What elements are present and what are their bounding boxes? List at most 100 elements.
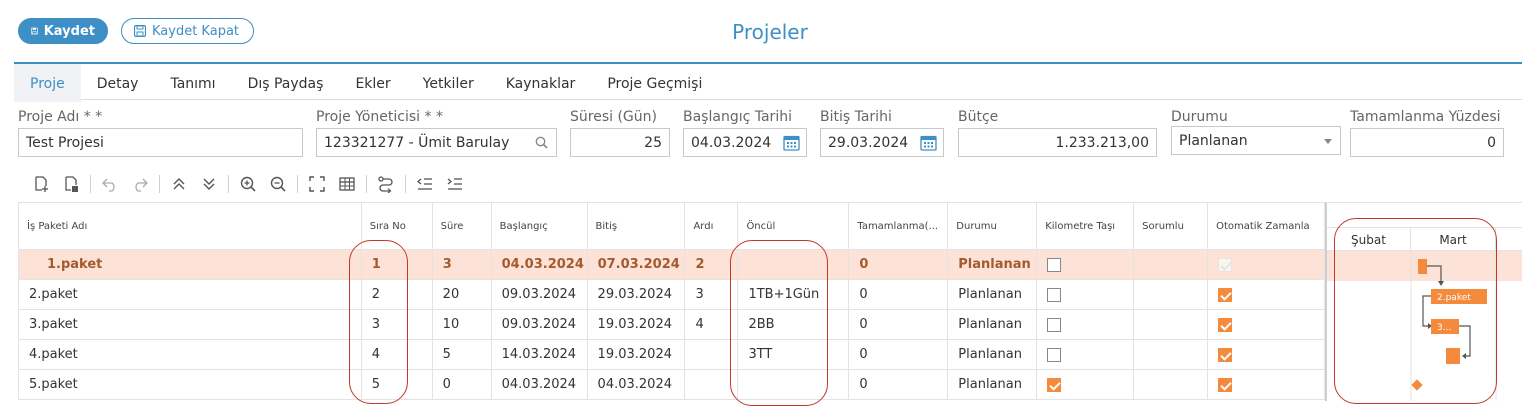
responsible	[1134, 370, 1209, 399]
table-row[interactable]: 4.paket 4 5 14.03.2024 19.03.2024 3TT 0 …	[19, 340, 1325, 370]
duration-field[interactable]: 25	[570, 128, 670, 157]
completion-field[interactable]: 0	[1350, 128, 1504, 157]
fullscreen-icon[interactable]	[302, 171, 332, 197]
tab-proje-gecmisi[interactable]: Proje Geçmişi	[591, 64, 718, 102]
start-date: 14.03.2024	[492, 340, 588, 369]
column-header[interactable]: Sıra No	[362, 203, 433, 249]
milestone-diamond[interactable]	[1411, 379, 1423, 391]
completion: 0	[849, 370, 949, 399]
auto-schedule-cell	[1208, 310, 1325, 339]
column-header[interactable]: Bitiş	[588, 203, 686, 249]
start-date-field[interactable]: 04.03.2024	[683, 128, 807, 157]
delete-task-icon[interactable]	[56, 171, 86, 197]
toolbar-divider	[297, 175, 298, 193]
grid-icon[interactable]	[332, 171, 362, 197]
end-date-field[interactable]: 29.03.2024	[820, 128, 944, 157]
end-date: 04.03.2024	[588, 370, 686, 399]
successor: 4	[685, 310, 739, 339]
tab-yetkiler[interactable]: Yetkiler	[407, 64, 490, 102]
table-row[interactable]: 1.paket 1 3 04.03.2024 07.03.2024 2 0 Pl…	[19, 250, 1325, 280]
column-header[interactable]: Başlangıç	[492, 203, 588, 249]
auto-schedule-checkbox[interactable]	[1218, 257, 1233, 272]
zoom-in-icon[interactable]	[233, 171, 263, 197]
completion: 0	[849, 280, 949, 309]
link-tasks-icon[interactable]	[371, 171, 401, 197]
milestone-checkbox[interactable]	[1047, 257, 1062, 272]
tab-bar: Proje Detay Tanımı Dış Paydaş Ekler Yetk…	[14, 62, 1522, 102]
status: Planlanan	[948, 340, 1038, 369]
add-task-icon[interactable]	[26, 171, 56, 197]
column-header[interactable]: Süre	[433, 203, 492, 249]
outdent-icon[interactable]	[410, 171, 440, 197]
project-name-field[interactable]: Test Projesi	[18, 128, 303, 157]
auto-schedule-checkbox[interactable]	[1218, 287, 1233, 302]
table-row[interactable]: 2.paket 2 20 09.03.2024 29.03.2024 3 1TB…	[19, 280, 1325, 310]
completion: 0	[849, 310, 949, 339]
page-title: Projeler	[732, 20, 808, 44]
duration: 5	[433, 340, 492, 369]
expand-all-icon[interactable]	[194, 171, 224, 197]
collapse-all-icon[interactable]	[164, 171, 194, 197]
search-icon[interactable]	[535, 136, 548, 149]
column-header[interactable]: Otomatik Zamanla	[1208, 203, 1325, 249]
successor: 3	[685, 280, 739, 309]
column-header[interactable]: Durumu	[948, 203, 1038, 249]
auto-schedule-checkbox[interactable]	[1218, 317, 1233, 332]
work-package-name: 3.paket	[19, 310, 362, 339]
tab-kaynaklar[interactable]: Kaynaklar	[490, 64, 592, 102]
tab-tanimi[interactable]: Tanımı	[154, 64, 231, 102]
table-row[interactable]: 5.paket 5 0 04.03.2024 04.03.2024 0 Plan…	[19, 370, 1325, 400]
budget-label: Bütçe	[958, 109, 999, 125]
table-row[interactable]: 3.paket 3 10 09.03.2024 19.03.2024 4 2BB…	[19, 310, 1325, 340]
start-date-label: Başlangıç Tarihi	[683, 109, 792, 125]
column-header[interactable]: Kilometre Taşı	[1037, 203, 1135, 249]
column-header[interactable]: Tamamlanma(...	[849, 203, 949, 249]
column-header[interactable]: İş Paketi Adı	[19, 203, 362, 249]
duration: 3	[433, 250, 492, 279]
tab-detay[interactable]: Detay	[81, 64, 155, 102]
order-number: 1	[362, 250, 433, 279]
auto-schedule-cell	[1208, 340, 1325, 369]
milestone-checkbox[interactable]	[1047, 317, 1062, 332]
zoom-out-icon[interactable]	[263, 171, 293, 197]
tab-ekler[interactable]: Ekler	[339, 64, 406, 102]
toolbar-divider	[228, 175, 229, 193]
auto-schedule-cell	[1208, 370, 1325, 399]
status-select[interactable]: Planlanan	[1171, 126, 1341, 155]
auto-schedule-checkbox[interactable]	[1218, 347, 1233, 362]
auto-schedule-checkbox[interactable]	[1218, 377, 1233, 392]
successor: 2	[685, 250, 739, 279]
toolbar-divider	[366, 175, 367, 193]
duration: 0	[433, 370, 492, 399]
manager-field[interactable]: 123321277 - Ümit Barulay	[316, 128, 557, 157]
dependency-arrow	[1422, 295, 1431, 327]
column-header[interactable]: Öncül	[738, 203, 850, 249]
calendar-icon[interactable]	[783, 134, 800, 151]
redo-icon[interactable]	[125, 171, 155, 197]
tab-dis-paydas[interactable]: Dış Paydaş	[232, 64, 340, 102]
start-date-value: 04.03.2024	[691, 134, 772, 151]
status: Planlanan	[948, 280, 1038, 309]
milestone-checkbox[interactable]	[1047, 347, 1062, 362]
responsible	[1134, 340, 1209, 369]
gantt-chart: Şubat Mart 2.paket 3...	[1325, 202, 1522, 401]
toolbar-divider	[90, 175, 91, 193]
end-date: 29.03.2024	[588, 280, 686, 309]
toolbar-divider	[405, 175, 406, 193]
undo-icon[interactable]	[95, 171, 125, 197]
auto-schedule-cell	[1208, 250, 1325, 279]
dependency-arrowhead	[1462, 353, 1466, 359]
milestone-checkbox[interactable]	[1047, 377, 1062, 392]
duration: 20	[433, 280, 492, 309]
calendar-icon[interactable]	[920, 134, 937, 151]
tab-proje[interactable]: Proje	[14, 64, 81, 102]
budget-field[interactable]: 1.233.213,00	[958, 128, 1157, 157]
start-date: 09.03.2024	[492, 280, 588, 309]
gantt-bar[interactable]	[1446, 348, 1460, 364]
column-header[interactable]: Ardı	[685, 203, 739, 249]
gantt-bar[interactable]	[1418, 259, 1427, 274]
column-header[interactable]: Sorumlu	[1134, 203, 1209, 249]
dependency-arrowhead	[1438, 281, 1444, 286]
milestone-checkbox[interactable]	[1047, 287, 1062, 302]
indent-icon[interactable]	[440, 171, 470, 197]
